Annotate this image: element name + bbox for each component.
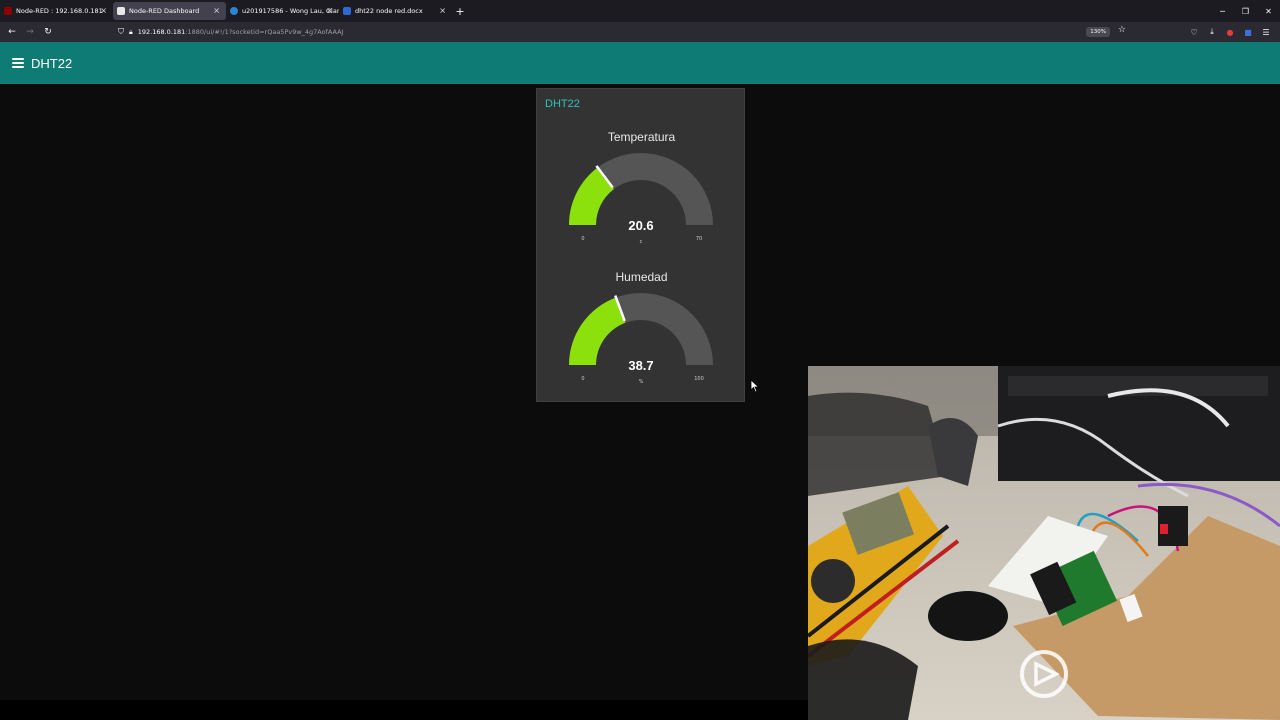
close-icon[interactable]: ✕ — [437, 7, 446, 16]
shield-icon[interactable]: ⛉ — [118, 27, 124, 37]
group-card: DHT22 Temperatura 20.6 c 0 70 Humedad 38… — [536, 88, 745, 402]
word-icon — [343, 7, 351, 15]
bookmark-star-icon[interactable]: ☆ — [1118, 25, 1126, 35]
gauge-value: 20.6 — [628, 218, 653, 233]
download-icon[interactable]: ⤓ — [1204, 23, 1220, 41]
webcam-overlay — [808, 366, 1280, 720]
new-tab-button[interactable]: + — [452, 0, 468, 22]
restore-icon[interactable]: ❐ — [1234, 0, 1257, 22]
pocket-icon[interactable]: ♡ — [1186, 23, 1202, 41]
extension-icon[interactable]: ● — [1222, 23, 1238, 41]
url-host: 192.168.0.181 — [137, 28, 186, 36]
dashboard-header: DHT22 — [0, 42, 1280, 84]
webcam-photo — [808, 366, 1280, 720]
gauge-value: 38.7 — [628, 358, 653, 373]
toolbar-icons: ♡ ⤓ ● ■ ☰ — [1186, 23, 1274, 41]
tab-onedrive[interactable]: u201917586 - Wong Lau, Giancarlo ✕ — [226, 0, 339, 22]
dashboard-icon — [117, 7, 125, 15]
onedrive-icon — [230, 7, 238, 15]
gauge-title: Humedad — [615, 270, 668, 284]
page-title: DHT22 — [31, 55, 73, 71]
browser-nav-bar: ← → ↻ ⛉ 🔒︎ 192.168.0.181:1880/ui/#!/1?so… — [0, 22, 1280, 42]
gauge-min: 0 — [581, 236, 584, 242]
gauge-title: Temperatura — [607, 130, 676, 144]
reload-icon[interactable]: ↻ — [39, 23, 57, 41]
url-path: :1880/ui/#!/1?socketid=rQaa5Pv9w_4g7AofA… — [185, 28, 344, 36]
extension-icon[interactable]: ■ — [1240, 23, 1256, 41]
group-title: DHT22 — [545, 98, 580, 110]
window-controls: ─ ❐ ✕ — [1211, 0, 1280, 22]
minimize-icon[interactable]: ─ — [1211, 0, 1234, 22]
browser-tab-bar: Node-RED : 192.168.0.181 ✕ Node-RED Dash… — [0, 0, 1280, 22]
close-icon[interactable]: ✕ — [98, 7, 107, 16]
gauge-max: 100 — [694, 376, 704, 382]
close-window-icon[interactable]: ✕ — [1257, 0, 1280, 22]
close-icon[interactable]: ✕ — [324, 7, 333, 16]
close-icon[interactable]: ✕ — [211, 6, 220, 16]
gauge-max: 70 — [696, 236, 702, 242]
mouse-cursor-icon — [750, 379, 760, 393]
hamburger-menu-icon[interactable] — [12, 58, 24, 68]
forward-arrow-icon[interactable]: → — [21, 23, 39, 41]
gauge-unit: % — [639, 379, 644, 385]
tab-node-red-dashboard[interactable]: Node-RED Dashboard ✕ — [113, 2, 226, 20]
address-bar[interactable]: ⛉ 🔒︎ 192.168.0.181:1880/ui/#!/1?socketid… — [114, 24, 1132, 40]
back-arrow-icon[interactable]: ← — [3, 23, 21, 41]
gauge-svg: 20.6 c 0 70 — [569, 153, 713, 245]
gauge-min: 0 — [581, 376, 584, 382]
gauge-unit: c — [640, 239, 643, 245]
lock-icon[interactable]: 🔒︎ — [129, 28, 133, 37]
gauge-fill — [569, 297, 626, 365]
gauge-svg: 38.7 % 0 100 — [569, 293, 713, 385]
node-red-icon — [4, 7, 12, 15]
menu-icon[interactable]: ☰ — [1258, 23, 1274, 41]
tab-node-red[interactable]: Node-RED : 192.168.0.181 ✕ — [0, 0, 113, 22]
tab-word-doc[interactable]: dht22 node red.docx ✕ — [339, 0, 452, 22]
zoom-badge[interactable]: 130% — [1086, 27, 1110, 37]
url-text[interactable]: 192.168.0.181:1880/ui/#!/1?socketid=rQaa… — [138, 28, 344, 36]
